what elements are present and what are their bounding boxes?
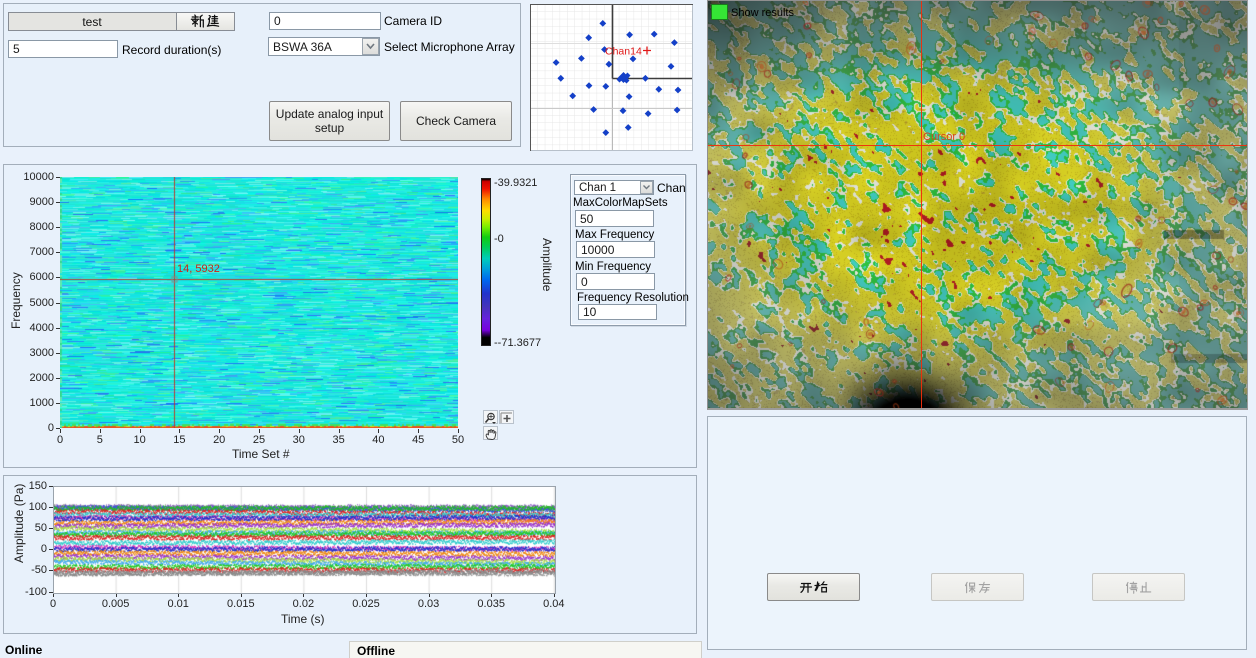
svg-text:Chan14: Chan14 (605, 46, 642, 58)
